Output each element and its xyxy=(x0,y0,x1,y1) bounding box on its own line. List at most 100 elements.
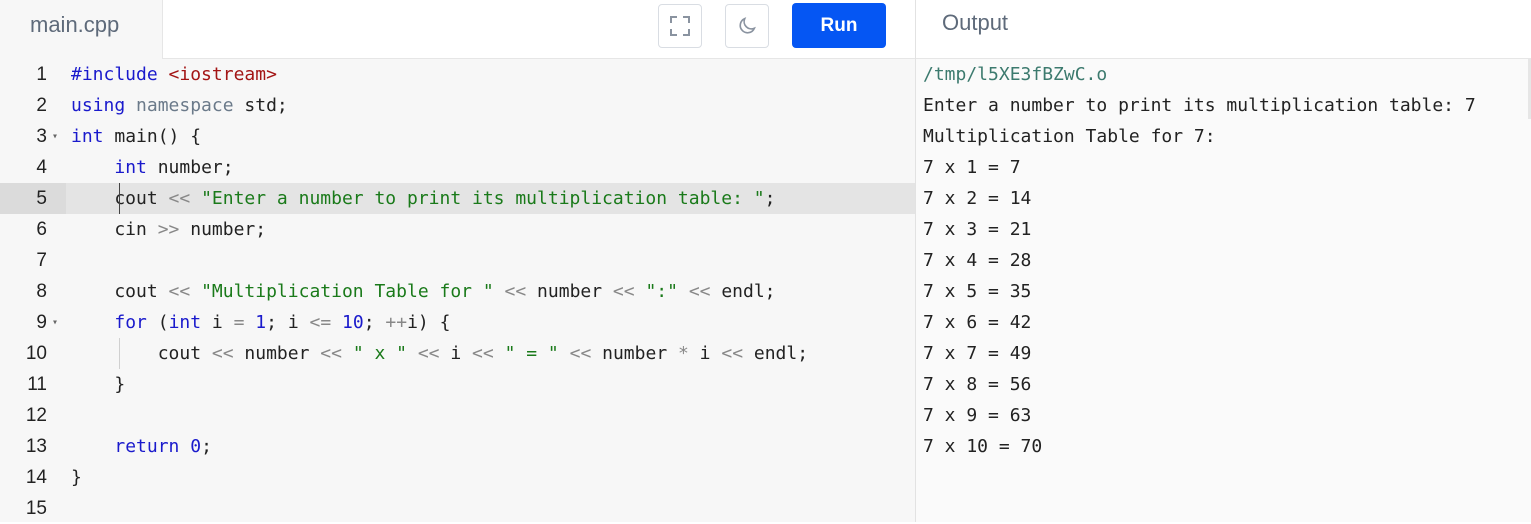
output-line: 7 x 2 = 14 xyxy=(923,188,1032,209)
code-token: 1 xyxy=(255,312,267,333)
line-gutter: 15 xyxy=(0,493,66,524)
theme-toggle-button[interactable] xyxy=(725,4,769,48)
code-token: <iostream> xyxy=(168,64,277,85)
code-token: endl; xyxy=(743,343,809,364)
code-line[interactable]: 6 cin >> number; xyxy=(0,214,915,245)
fold-arrow-icon[interactable]: ▾ xyxy=(52,307,58,338)
line-number: 3 xyxy=(36,126,47,147)
fold-arrow-icon[interactable]: ▾ xyxy=(52,121,58,152)
line-number: 11 xyxy=(27,374,47,395)
code-token: int xyxy=(71,126,115,147)
code-token: << xyxy=(168,188,191,209)
code-token: cout xyxy=(71,343,212,364)
code-token: << xyxy=(211,343,234,364)
code-text: } xyxy=(71,462,82,493)
code-text: #include <iostream> xyxy=(71,59,277,90)
code-editor[interactable]: 1 #include <iostream> 2 using namespace std… xyxy=(0,59,915,524)
code-token: << xyxy=(417,343,440,364)
code-token: << xyxy=(688,281,711,302)
line-gutter: 2 xyxy=(0,90,66,121)
line-number: 7 xyxy=(36,250,47,271)
indent-guide xyxy=(119,338,120,369)
code-line[interactable]: 11 } xyxy=(0,369,915,400)
line-gutter: 1 xyxy=(0,59,66,90)
line-number: 4 xyxy=(36,157,47,178)
code-line[interactable]: 8 cout << "Multiplication Table for " <<… xyxy=(0,276,915,307)
text-cursor xyxy=(119,183,120,214)
code-token: number; xyxy=(157,157,234,178)
code-line[interactable]: 13 return 0; xyxy=(0,431,915,462)
code-text: int number; xyxy=(71,152,234,183)
code-token: number; xyxy=(179,219,267,240)
code-token: ; xyxy=(363,312,386,333)
output-line: 7 x 4 = 28 xyxy=(923,250,1032,271)
code-token: 0 xyxy=(190,436,202,457)
code-token: ; xyxy=(764,188,776,209)
code-token: using xyxy=(71,95,137,116)
line-gutter: 9 ▾ xyxy=(0,307,66,338)
line-number: 1 xyxy=(36,64,47,85)
code-token: ++ xyxy=(385,312,408,333)
output-line: Multiplication Table for 7: xyxy=(923,126,1216,147)
line-gutter: 10 xyxy=(0,338,66,369)
code-token: << xyxy=(569,343,592,364)
code-token: "Multiplication Table for " xyxy=(201,281,494,302)
code-token: ; i xyxy=(266,312,310,333)
code-token: namespace xyxy=(136,95,245,116)
code-line[interactable]: 1 #include <iostream> xyxy=(0,59,915,90)
code-token: << xyxy=(472,343,494,364)
code-text: cout << "Multiplication Table for " << n… xyxy=(71,276,776,307)
code-token: ":" xyxy=(645,281,678,302)
code-line[interactable]: 4 int number; xyxy=(0,152,915,183)
line-gutter: 8 xyxy=(0,276,66,307)
code-token: std; xyxy=(244,95,288,116)
code-line[interactable]: 3 ▾ int main() { xyxy=(0,121,915,152)
code-token: #include xyxy=(71,64,169,85)
editor-panel: main.cpp Run 1 #include <iostream> 2 using … xyxy=(0,0,915,522)
code-text: cout << number << " x " << i << " = " <<… xyxy=(71,338,808,369)
line-number: 14 xyxy=(25,467,47,488)
code-token: number xyxy=(591,343,678,364)
editor-toolbar: main.cpp Run xyxy=(0,0,915,59)
code-token: <= xyxy=(309,312,332,333)
code-line[interactable]: 15 xyxy=(0,493,915,524)
fullscreen-button[interactable] xyxy=(658,4,702,48)
code-token: = xyxy=(233,312,245,333)
file-tab-main-cpp[interactable]: main.cpp xyxy=(0,0,163,59)
code-line[interactable]: 14} xyxy=(0,462,915,493)
line-number: 12 xyxy=(25,405,47,426)
code-line[interactable]: 5 cout << "Enter a number to print its m… xyxy=(0,183,915,214)
code-line[interactable]: 10 cout << number << " x " << i << " = "… xyxy=(0,338,915,369)
line-number: 13 xyxy=(25,436,47,457)
code-text: cin >> number; xyxy=(71,214,266,245)
output-line: 7 x 3 = 21 xyxy=(923,219,1032,240)
code-line[interactable]: 12 xyxy=(0,400,915,431)
code-token: ( xyxy=(157,312,169,333)
run-button[interactable]: Run xyxy=(792,3,886,48)
code-token: endl; xyxy=(710,281,776,302)
code-token: << xyxy=(721,343,744,364)
line-number: 8 xyxy=(36,281,47,302)
code-token: 10 xyxy=(342,312,364,333)
code-text: } xyxy=(71,369,125,400)
code-token: for xyxy=(114,312,158,333)
line-number: 10 xyxy=(25,343,47,364)
code-line[interactable]: 7 xyxy=(0,245,915,276)
line-gutter: 12 xyxy=(0,400,66,431)
output-line: 7 x 8 = 56 xyxy=(923,374,1032,395)
code-text: return 0; xyxy=(71,431,212,462)
code-line[interactable]: 9 ▾ for (int i = 1; i <= 10; ++i) { xyxy=(0,307,915,338)
code-token: } xyxy=(71,374,126,395)
line-number: 5 xyxy=(36,188,47,209)
code-line[interactable]: 2 using namespace std; xyxy=(0,90,915,121)
moon-icon xyxy=(739,17,756,34)
code-token: int xyxy=(168,312,212,333)
code-token: return xyxy=(114,436,191,457)
code-token: * xyxy=(678,343,689,364)
code-token: main() { xyxy=(114,126,202,147)
